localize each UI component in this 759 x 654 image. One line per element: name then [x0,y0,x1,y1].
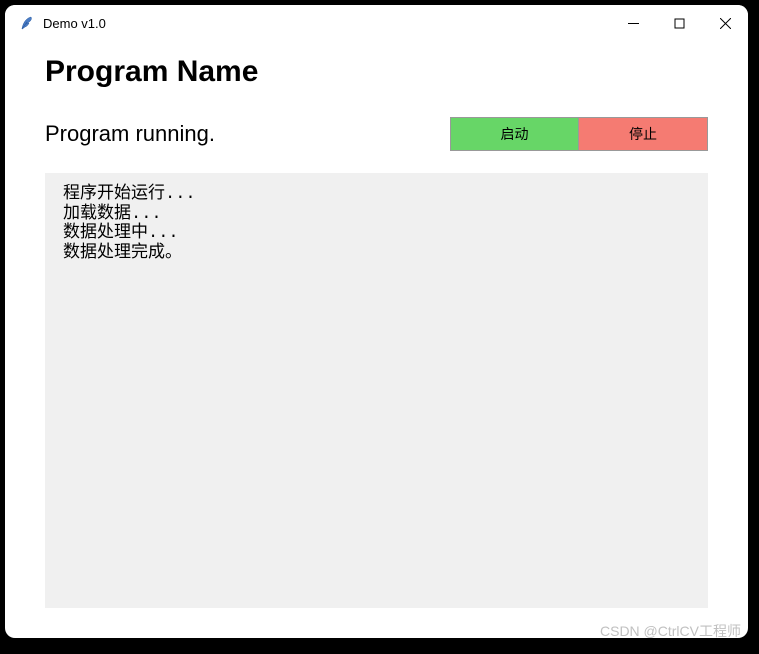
window-controls [610,5,748,41]
button-group: 启动 停止 [450,117,708,151]
start-button[interactable]: 启动 [451,118,579,150]
feather-icon [19,15,35,31]
titlebar: Demo v1.0 [5,5,748,41]
window-title: Demo v1.0 [43,16,106,31]
close-button[interactable] [702,5,748,41]
stop-button[interactable]: 停止 [579,118,707,150]
log-output: 程序开始运行... 加载数据... 数据处理中... 数据处理完成。 [45,173,708,608]
status-text: Program running. [45,121,215,147]
minimize-button[interactable] [610,5,656,41]
app-window: Demo v1.0 Program Name Program running. … [5,5,748,638]
page-title: Program Name [45,55,708,89]
status-row: Program running. 启动 停止 [45,117,708,151]
maximize-button[interactable] [656,5,702,41]
content-area: Program Name Program running. 启动 停止 程序开始… [5,41,748,638]
watermark: CSDN @CtrlCV工程师 [600,621,741,641]
